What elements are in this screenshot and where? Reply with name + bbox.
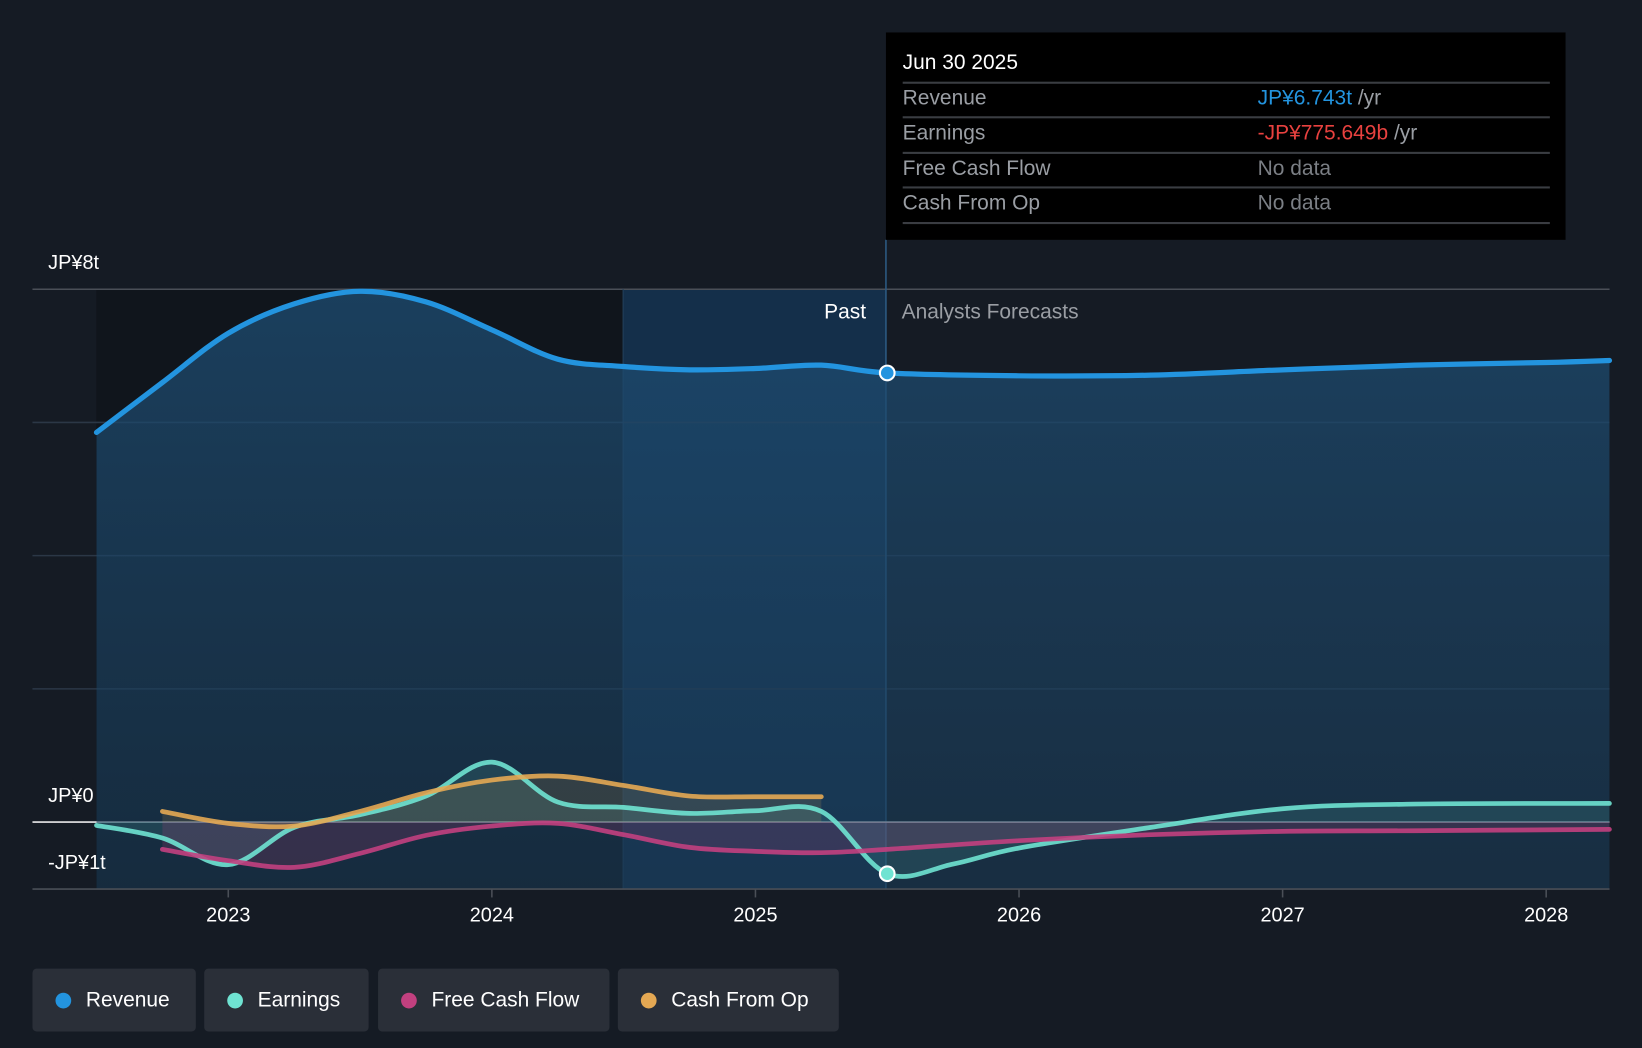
legend-earnings[interactable]: Earnings — [204, 968, 369, 1032]
tooltip-row-fcf: Free Cash Flow No data — [902, 151, 1550, 188]
x-tick-label: 2025 — [733, 905, 777, 927]
tooltip-unit: /yr — [1393, 121, 1418, 145]
y-tick-label: -JP¥1t — [48, 852, 106, 875]
chart-stage: 2023 2024 2025 2026 2027 2028 JP¥8t JP¥0 -JP¥… — [0, 0, 1642, 1048]
tooltip-value: JP¥6.743t — [1257, 86, 1353, 110]
earnings-dot-icon — [227, 992, 243, 1008]
tooltip-row-earnings: Earnings -JP¥775.649b /yr — [902, 116, 1550, 152]
tooltip-label: Free Cash Flow — [902, 157, 1051, 181]
fcf-dot-icon — [401, 992, 417, 1008]
cfo-dot-icon — [640, 992, 657, 1008]
x-tick-label: 2024 — [470, 905, 514, 927]
x-tick-label: 2023 — [206, 905, 250, 927]
x-tick-label: 2028 — [1524, 905, 1568, 927]
y-tick-label: JP¥0 — [48, 785, 94, 808]
x-tick-label: 2026 — [997, 905, 1041, 927]
tooltip-label: Earnings — [902, 121, 986, 145]
legend-label: Cash From Op — [671, 988, 809, 1012]
y-tick-label: JP¥8t — [48, 252, 100, 275]
tooltip-value: No data — [1257, 157, 1332, 181]
tooltip-row-cfo: Cash From Op No data — [902, 186, 1550, 222]
past-label: Past — [824, 300, 867, 324]
legend-label: Revenue — [85, 988, 170, 1012]
revenue-area — [96, 291, 1610, 890]
tooltip-value: -JP¥775.649b — [1257, 121, 1389, 145]
tooltip: Jun 30 2025 Revenue JP¥6.743t /yr Earnin… — [885, 32, 1566, 240]
tooltip-value: No data — [1257, 191, 1332, 215]
tooltip-date: Jun 30 2025 — [902, 51, 1018, 75]
tooltip-label: Cash From Op — [902, 191, 1041, 215]
legend-cash-from-op[interactable]: Cash From Op — [617, 968, 839, 1032]
legend-free-cash-flow[interactable]: Free Cash Flow — [378, 968, 610, 1032]
revenue-marker — [878, 364, 896, 382]
tooltip-unit: /yr — [1357, 86, 1382, 110]
earnings-marker — [878, 865, 896, 883]
legend-revenue[interactable]: Revenue — [32, 968, 196, 1032]
legend-label: Earnings — [257, 988, 341, 1012]
revenue-dot-icon — [55, 992, 72, 1008]
x-tick-label: 2027 — [1261, 905, 1305, 927]
forecast-label: Analysts Forecasts — [901, 300, 1079, 324]
legend-label: Free Cash Flow — [431, 988, 580, 1012]
tooltip-row-revenue: Revenue JP¥6.743t /yr — [902, 81, 1550, 118]
tooltip-label: Revenue — [902, 86, 987, 110]
tooltip-divider — [902, 222, 1550, 225]
